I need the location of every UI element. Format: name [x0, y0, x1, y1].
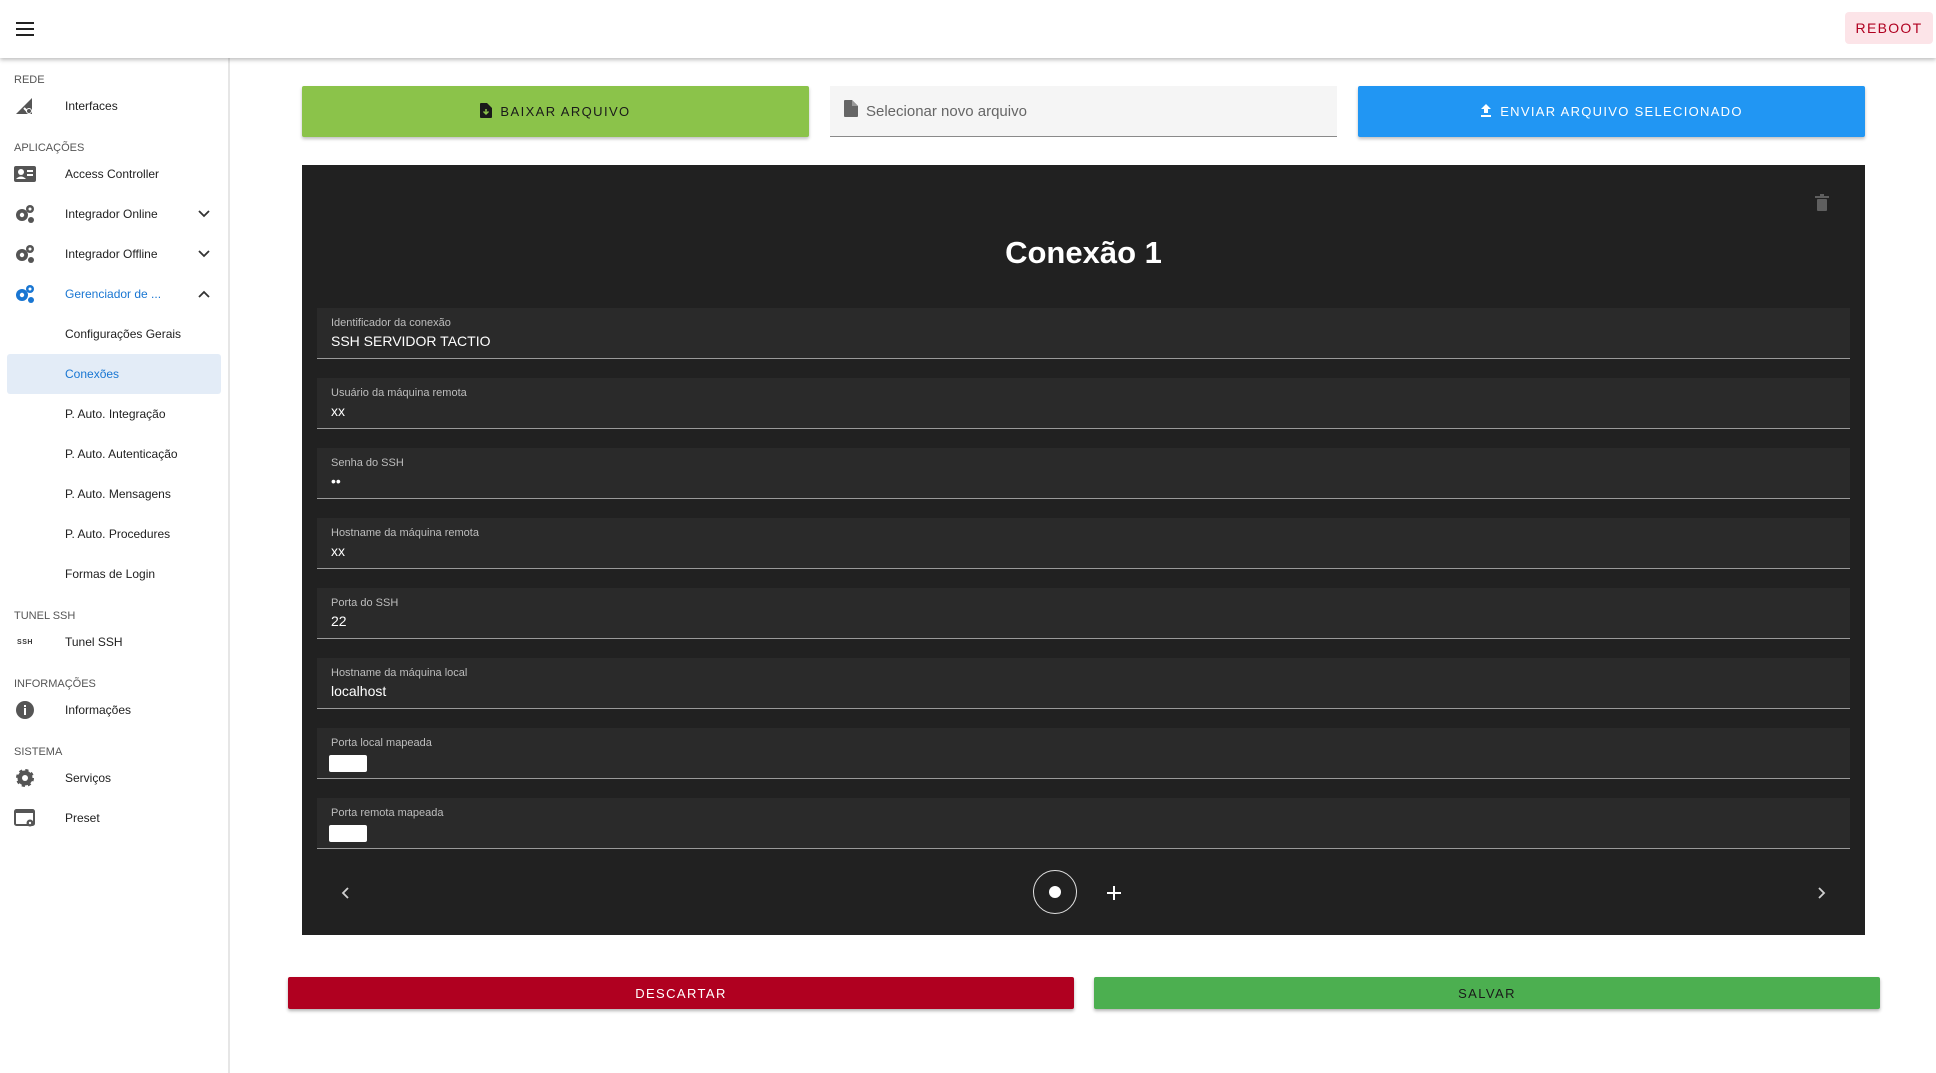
- ssh-port-input[interactable]: [331, 613, 1831, 629]
- sidebar-subitem-p-auto-autenticacao[interactable]: P. Auto. Autenticação: [7, 434, 221, 474]
- file-download-icon: [480, 102, 493, 121]
- connection-id-field[interactable]: Identificador da conexão: [317, 308, 1850, 359]
- ssh-password-input[interactable]: [331, 473, 1831, 489]
- plus-icon[interactable]: [1102, 881, 1126, 905]
- chevron-down-icon[interactable]: [196, 206, 212, 222]
- sidebar-subitem-p-auto-integracao[interactable]: P. Auto. Integração: [7, 394, 221, 434]
- top-app-bar: REBOOT: [0, 0, 1936, 58]
- sidebar-item-interfaces[interactable]: Interfaces: [0, 86, 228, 126]
- download-file-button[interactable]: BAIXAR ARQUIVO: [302, 86, 809, 137]
- chevron-left-icon[interactable]: [334, 881, 358, 905]
- field-label: Hostname da máquina remota: [331, 527, 479, 539]
- chevron-up-icon[interactable]: [196, 286, 212, 302]
- connection-id-input[interactable]: [331, 333, 1831, 349]
- ssh-port-field[interactable]: Porta do SSH: [317, 588, 1850, 639]
- section-header-rede: REDE: [14, 74, 45, 86]
- upload-selected-file-button[interactable]: ENVIAR ARQUIVO SELECIONADO: [1358, 86, 1865, 137]
- trash-icon[interactable]: [1812, 193, 1832, 213]
- section-header-sistema: SISTEMA: [14, 746, 63, 758]
- ssh-password-field[interactable]: Senha do SSH: [317, 448, 1850, 499]
- contact-card-icon: [14, 164, 36, 184]
- sidebar-item-tunel-ssh[interactable]: SSH Tunel SSH: [0, 622, 228, 662]
- ssh-icon: SSH: [14, 632, 36, 652]
- sidebar-item-label: Informações: [65, 703, 132, 717]
- sidebar-item-access-controller[interactable]: Access Controller: [0, 154, 228, 194]
- settings-window-icon: [14, 808, 36, 828]
- section-header-informacoes: INFORMAÇÕES: [14, 678, 96, 690]
- field-label: Porta local mapeada: [331, 737, 432, 749]
- main-content: BAIXAR ARQUIVO ENVIAR ARQUIVO SELECIONAD…: [232, 58, 1936, 1073]
- file-select-input[interactable]: [866, 102, 1306, 120]
- sidebar-item-integrador-online[interactable]: Integrador Online: [0, 194, 228, 234]
- network-wrench-icon: [14, 96, 36, 116]
- remote-user-input[interactable]: [331, 403, 1831, 419]
- remote-hostname-input[interactable]: [331, 543, 1831, 559]
- sidebar-subitem-p-auto-mensagens[interactable]: P. Auto. Mensagens: [7, 474, 221, 514]
- sidebar-item-label: Integrador Offline: [65, 247, 158, 261]
- gears-icon: [14, 204, 36, 224]
- section-header-tunel-ssh: TUNEL SSH: [14, 610, 76, 622]
- chevron-down-icon[interactable]: [196, 246, 212, 262]
- remote-user-field[interactable]: Usuário da máquina remota: [317, 378, 1850, 429]
- sidebar-item-label: Gerenciador de ...: [65, 287, 162, 301]
- field-label: Usuário da máquina remota: [331, 387, 467, 399]
- gears-icon: [14, 284, 36, 304]
- field-label: Hostname da máquina local: [331, 667, 468, 679]
- ssh-icon-text: SSH: [17, 638, 33, 646]
- sidebar-item-label: Integrador Online: [65, 207, 158, 221]
- sidebar-item-integrador-offline[interactable]: Integrador Offline: [0, 234, 228, 274]
- field-label: Senha do SSH: [331, 457, 404, 469]
- sidebar-subitem-configuracoes-gerais[interactable]: Configurações Gerais: [7, 314, 221, 354]
- field-label: Porta remota mapeada: [331, 807, 444, 819]
- sidebar-item-gerenciador[interactable]: Gerenciador de ...: [0, 274, 228, 314]
- sidebar-item-preset[interactable]: Preset: [0, 798, 228, 838]
- file-icon: [844, 100, 858, 122]
- sidebar-subitem-formas-de-login[interactable]: Formas de Login: [7, 554, 221, 594]
- sidebar-subitem-p-auto-procedures[interactable]: P. Auto. Procedures: [7, 514, 221, 554]
- remote-port-input[interactable]: [329, 825, 367, 842]
- remote-hostname-field[interactable]: Hostname da máquina remota: [317, 518, 1850, 569]
- chevron-right-icon[interactable]: [1809, 881, 1833, 905]
- local-port-field[interactable]: Porta local mapeada: [317, 728, 1850, 779]
- upload-selected-file-label: ENVIAR ARQUIVO SELECIONADO: [1500, 104, 1743, 119]
- sidebar-item-label: Preset: [65, 811, 100, 825]
- connection-title: Conexão 1: [1005, 235, 1162, 270]
- section-header-aplicacoes: APLICAÇÕES: [14, 142, 85, 154]
- local-hostname-input[interactable]: [331, 683, 1831, 699]
- sidebar-item-servicos[interactable]: Serviços: [0, 758, 228, 798]
- sidebar-item-label: Access Controller: [65, 167, 160, 181]
- connection-card: Conexão 1 Identificador da conexão Usuár…: [302, 165, 1865, 935]
- discard-button[interactable]: DESCARTAR: [288, 977, 1074, 1009]
- gear-icon: [14, 768, 36, 788]
- save-button[interactable]: SALVAR: [1094, 977, 1880, 1009]
- gears-icon: [14, 244, 36, 264]
- download-file-label: BAIXAR ARQUIVO: [500, 104, 631, 119]
- sidebar-item-label: Tunel SSH: [65, 635, 123, 649]
- info-icon: [14, 700, 36, 720]
- field-label: Porta do SSH: [331, 597, 399, 609]
- sidebar-nav: REDE Interfaces APLICAÇÕES Access Contro…: [0, 58, 230, 1073]
- local-hostname-field[interactable]: Hostname da máquina local: [317, 658, 1850, 709]
- field-label: Identificador da conexão: [331, 317, 451, 329]
- file-select-field[interactable]: [830, 86, 1337, 137]
- sidebar-subitem-conexoes[interactable]: Conexões: [7, 354, 221, 394]
- upload-icon: [1480, 103, 1492, 120]
- local-port-input[interactable]: [329, 755, 367, 772]
- sidebar-item-label: Interfaces: [65, 99, 118, 113]
- connection-page-indicator[interactable]: [1033, 870, 1077, 914]
- reboot-button[interactable]: REBOOT: [1845, 12, 1933, 44]
- remote-port-field[interactable]: Porta remota mapeada: [317, 798, 1850, 849]
- sidebar-item-informacoes[interactable]: Informações: [0, 690, 228, 730]
- hamburger-menu-icon[interactable]: [10, 14, 40, 44]
- dot-icon: [1049, 886, 1061, 898]
- sidebar-item-label: Serviços: [65, 771, 112, 785]
